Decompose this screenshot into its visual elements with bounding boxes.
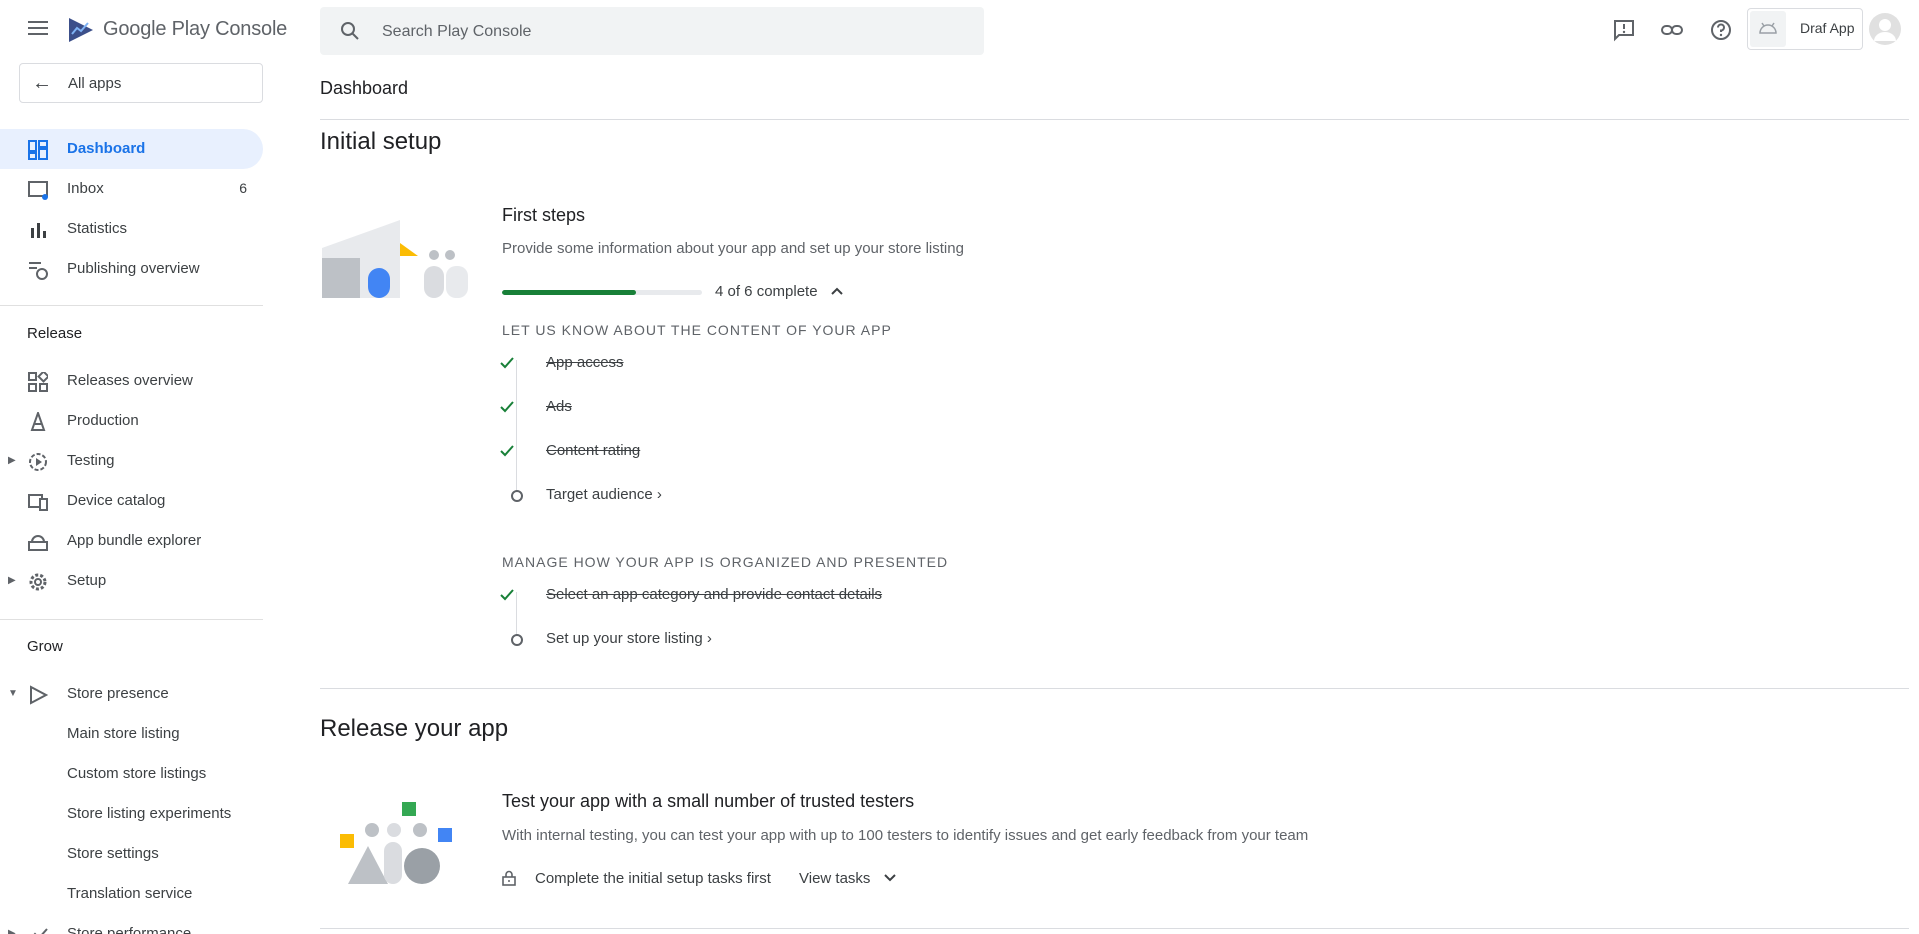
first-steps-title: First steps xyxy=(502,205,586,225)
expand-arrow-icon: ▶ xyxy=(8,455,16,466)
sidebar-item-translation-service[interactable]: Translation service xyxy=(0,874,263,914)
search-input[interactable] xyxy=(380,19,964,45)
testers-card-description: With internal testing, you can test your… xyxy=(502,827,1309,844)
first-steps-illustration xyxy=(322,220,468,298)
locked-message: Complete the initial setup tasks first xyxy=(535,870,771,887)
menu-button[interactable] xyxy=(28,21,48,35)
check-icon xyxy=(500,589,514,601)
bar-chart-icon xyxy=(31,223,46,238)
task-app-access[interactable]: App access xyxy=(498,350,998,380)
avatar[interactable] xyxy=(1869,13,1901,45)
trending-icon xyxy=(33,928,48,934)
sidebar-item-device-catalog[interactable]: Device catalog xyxy=(0,481,263,521)
task-app-category[interactable]: Select an app category and provide conta… xyxy=(498,582,998,612)
testers-card-title: Test your app with a small number of tru… xyxy=(502,791,915,811)
progress-fill xyxy=(502,290,636,295)
play-console-logo xyxy=(69,18,93,42)
pending-circle-icon xyxy=(511,490,523,502)
device-catalog-icon xyxy=(28,494,48,511)
sidebar-divider xyxy=(0,619,263,620)
arrow-back-icon: ← xyxy=(32,72,52,94)
testers-illustration xyxy=(340,802,452,884)
bundle-explorer-icon xyxy=(28,535,48,551)
sidebar-item-dashboard[interactable]: Dashboard xyxy=(0,129,263,169)
task-content-rating[interactable]: Content rating xyxy=(498,438,998,468)
sidebar-item-custom-store-listings[interactable]: Custom store listings xyxy=(0,754,263,794)
section-divider xyxy=(320,688,1909,689)
sidebar-divider xyxy=(0,305,263,306)
section-divider xyxy=(320,928,1909,929)
section-heading-initial-setup: Initial setup xyxy=(320,128,442,155)
sidebar-item-store-performance[interactable]: ▶ Store performance xyxy=(0,914,263,934)
sidebar-item-app-bundle-explorer[interactable]: App bundle explorer xyxy=(0,521,263,561)
inbox-count-badge: 6 xyxy=(239,180,247,196)
brand-title: Google Play Console xyxy=(103,18,288,40)
sidebar-item-inbox[interactable]: Inbox 6 xyxy=(0,169,263,209)
sidebar-item-store-listing-experiments[interactable]: Store listing experiments xyxy=(0,794,263,834)
chevron-right-icon: › xyxy=(656,486,662,503)
task-group-title: LET US KNOW ABOUT THE CONTENT OF YOUR AP… xyxy=(502,322,892,338)
target-audience-link[interactable]: Target audience › xyxy=(546,486,662,503)
search-icon xyxy=(341,22,359,40)
sidebar-item-production[interactable]: Production xyxy=(0,401,263,441)
sidebar-item-releases-overview[interactable]: Releases overview xyxy=(0,361,263,401)
android-icon xyxy=(1750,11,1786,47)
section-title-release: Release xyxy=(27,325,83,342)
store-listing-link[interactable]: Set up your store listing › xyxy=(546,630,712,647)
task-store-listing[interactable]: Set up your store listing › xyxy=(498,626,998,656)
section-heading-release: Release your app xyxy=(320,715,509,742)
sidebar-item-store-settings[interactable]: Store settings xyxy=(0,834,263,874)
sidebar-item-statistics[interactable]: Statistics xyxy=(0,209,263,249)
setup-progress-bar xyxy=(502,290,702,295)
sidebar-item-store-presence[interactable]: ▼ Store presence xyxy=(0,674,263,714)
sidebar-item-testing[interactable]: ▶ Testing xyxy=(0,441,263,481)
chevron-up-icon[interactable] xyxy=(830,284,844,298)
expand-arrow-icon: ▶ xyxy=(8,928,16,934)
inbox-icon xyxy=(28,181,48,200)
page-title: Dashboard xyxy=(320,78,409,98)
task-group-title: MANAGE HOW YOUR APP IS ORGANIZED AND PRE… xyxy=(502,554,949,570)
search-bar[interactable] xyxy=(320,7,984,55)
task-target-audience[interactable]: Target audience › xyxy=(498,482,998,512)
header-divider xyxy=(320,119,1909,120)
play-icon xyxy=(30,685,48,705)
lock-icon xyxy=(502,870,516,886)
releases-overview-icon xyxy=(28,372,48,392)
chevron-right-icon: › xyxy=(706,630,712,647)
collapse-arrow-icon: ▼ xyxy=(8,688,18,699)
link-icon[interactable] xyxy=(1660,18,1684,42)
publishing-icon xyxy=(29,262,48,280)
chevron-down-icon xyxy=(883,874,896,882)
sidebar-item-main-store-listing[interactable]: Main store listing xyxy=(0,714,263,754)
help-icon[interactable] xyxy=(1709,18,1733,42)
testing-icon xyxy=(29,453,47,471)
dashboard-icon xyxy=(28,140,48,160)
all-apps-button[interactable]: ← All apps xyxy=(19,63,263,103)
gear-icon xyxy=(29,573,47,591)
check-icon xyxy=(500,357,514,369)
expand-arrow-icon: ▶ xyxy=(8,575,16,586)
section-title-grow: Grow xyxy=(27,638,63,655)
first-steps-description: Provide some information about your app … xyxy=(502,240,964,257)
task-ads[interactable]: Ads xyxy=(498,394,998,424)
sidebar-item-publishing-overview[interactable]: Publishing overview xyxy=(0,249,263,289)
view-tasks-button[interactable]: View tasks xyxy=(799,870,897,887)
check-icon xyxy=(500,401,514,413)
production-icon xyxy=(30,412,46,431)
feedback-icon[interactable] xyxy=(1612,18,1636,42)
check-icon xyxy=(500,445,514,457)
pending-circle-icon xyxy=(511,634,523,646)
sidebar-item-setup[interactable]: ▶ Setup xyxy=(0,561,263,601)
app-switcher[interactable]: Draf App xyxy=(1747,8,1863,50)
progress-text: 4 of 6 complete xyxy=(715,283,818,300)
